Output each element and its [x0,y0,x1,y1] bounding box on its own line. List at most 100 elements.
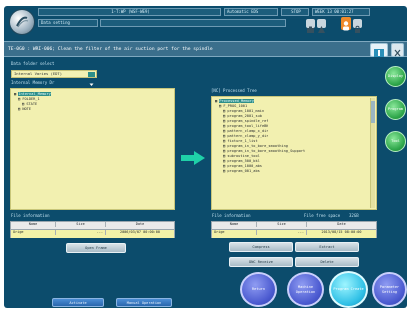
tree-item-label: FOLDER_1 [22,97,40,101]
tree-item[interactable]: ▤ program_500_bkl [223,159,260,164]
internal-tree-label: Internal Memory Dr [11,80,55,85]
program-title-field: 1-T:WP (WSF-WE9) [38,8,221,16]
tree-item[interactable]: ▤ program_in_to_bore_smoothing [223,144,288,149]
close-button[interactable] [391,43,404,57]
user-icon[interactable] [341,17,351,31]
table-header: Name Size Date [11,222,174,230]
tree-item[interactable]: ▤ pattern_clamp_x_dir [223,129,268,134]
program-button[interactable]: Program [385,99,406,120]
column-header: Date [337,222,346,226]
help-button[interactable] [370,43,388,57]
column-header: Size [56,222,106,227]
tree-item-label: pattern_clamp_x_dir [227,129,269,133]
tree-item-label: Internal_Memory [18,92,51,96]
right-file-info-table: Name Size Date Orige --- 2013/08/15 08:00:00 [211,221,377,238]
tree-item-label: Processed_Memory [219,99,254,103]
column-header: Size [257,222,307,227]
brand-logo-icon [10,10,34,34]
tree-item[interactable]: ▤ program_001_abs [223,169,260,174]
column-header: Name [11,222,56,227]
chevron-down-icon [88,72,95,86]
tree-item[interactable]: ▣ Internal_Memory [14,92,51,97]
tree-item-label: program_spindle_ref [227,119,269,123]
warning-icon[interactable] [317,19,326,33]
folder-select-value: Internal Varies (EDT) [14,72,63,76]
table-cell: Orige [11,230,56,235]
table-row[interactable]: Orige --- 2006/03/07 00:00:00 [11,230,174,238]
table-cell: 2006/03/07 00:00:00 [119,230,161,234]
tree-item-label: fixture_1_list [227,139,258,143]
table-header: Name Size Date [212,222,376,230]
tree-item-label: F_PROG_1001 [223,104,248,108]
table-cell: 2013/08/15 08:00:00 [321,230,362,234]
scrollbar[interactable] [370,98,375,208]
tree-item-label: program_in_to_bore_smoothing [227,144,288,148]
tree-item-label: program_2001_sub [227,114,262,118]
nc-folder-tree[interactable]: ▣ Processed_Memory ▤ F_PROG_1001 ▤ progr… [211,96,377,210]
screen: 1-T:WP (WSF-WE9) Automatic EDS STOP WEEK… [4,6,407,308]
folder-select-label: Data folder select [11,61,55,66]
right-file-info-label: File information [212,213,251,218]
extract-button[interactable]: Extract [295,242,359,252]
tree-item[interactable]: ▤ program_2001_sub [223,114,262,119]
tree-item[interactable]: ▤ STATE [22,102,37,107]
tree-item-label: program_500_bkl [227,159,260,163]
free-space-value: 32GB [349,213,359,218]
tree-item[interactable]: ▤ F_PROG_1001 [219,104,247,109]
tree-item-label: program_001_abs [227,169,260,173]
tree-item-label: program_tool_lifeBK [227,124,269,128]
display-button[interactable]: Display [385,66,406,87]
tree-item[interactable]: ▤ pattern_clamp_y_dir [223,134,268,139]
column-header: Date [135,222,145,226]
tool-button[interactable]: Tool [385,131,406,152]
mode-status: Automatic EDS [224,8,278,16]
left-file-info-label: File information [11,213,50,218]
left-file-info-table: Name Size Date Orige --- 2006/03/07 00:00:00 [10,221,175,238]
message-bar: TE-0G0 : WRI-006; Clean the filter of th… [4,41,407,57]
tree-item[interactable]: ▤ program_1000_abs [223,164,262,169]
column-header: Name [212,222,257,227]
table-cell: Orige [212,230,257,235]
tree-item-label: program_in_to_bore_smoothing_Support [227,149,306,153]
tree-item[interactable]: ▤ fixture_1_list [223,139,258,144]
tree-item[interactable]: ▤ FOLDER_1 [18,97,40,102]
tree-item-label: subroutine_tool [227,154,260,158]
scrollbar-thumb[interactable] [371,101,375,123]
tree-item-label: pattern_clamp_y_dir [227,134,269,138]
dnc-receive-button[interactable]: DNC Receive [229,257,293,267]
camera-icon[interactable] [306,19,315,33]
compress-button[interactable]: Compress [229,242,293,252]
tree-item[interactable]: ▤ program_1001_main [223,109,264,114]
tree-item-label: program_1001_main [227,109,265,113]
tree-item[interactable]: ▤ subroutine_tool [223,154,260,159]
table-cell: --- [56,230,106,235]
date-time: WEEK 13 00:01:27 [312,8,370,16]
open-frame-button[interactable]: Open Frame [66,243,126,253]
activate-button[interactable]: Activate [52,298,104,307]
return-button[interactable]: Return [240,272,277,307]
tree-item[interactable]: ▤ program_in_to_bore_smoothing_Support [223,149,305,154]
tree-item[interactable]: ▤ NOTE [18,107,31,112]
alarm-message: TE-0G0 : WRI-006; Clean the filter of th… [8,47,213,52]
free-space-label: File free space [304,213,341,218]
tree-item-label: STATE [26,102,38,106]
tree-item[interactable]: ▣ Processed_Memory [215,99,254,104]
lock-icon[interactable] [353,19,362,33]
header-info-field [100,19,286,27]
table-cell: --- [257,230,307,235]
tree-item[interactable]: ▤ program_tool_lifeBK [223,124,268,129]
nc-tree-label: [NC] Processed Tree [211,88,257,93]
machine-operation-button[interactable]: Machine Operation [287,272,324,307]
tree-item-label: program_1000_abs [227,164,262,168]
parameter-setting-button[interactable]: Parameter Setting [372,272,407,307]
run-status: STOP [281,8,309,16]
screen-name-field: Data setting [38,19,98,27]
table-row[interactable]: Orige --- 2013/08/15 08:00:00 [212,230,376,238]
internal-folder-tree[interactable]: ▣ Internal_Memory ▤ FOLDER_1 ▤ STATE ▤ N… [10,88,175,210]
delete-button[interactable]: Delete [295,257,359,267]
transfer-arrow-icon [180,150,206,166]
manual-operation-button[interactable]: Manual Operation [116,298,172,307]
folder-select[interactable]: Internal Varies (EDT) [11,70,97,86]
program-create-button[interactable]: Program Create [329,271,368,308]
tree-item[interactable]: ▤ program_spindle_ref [223,119,268,124]
